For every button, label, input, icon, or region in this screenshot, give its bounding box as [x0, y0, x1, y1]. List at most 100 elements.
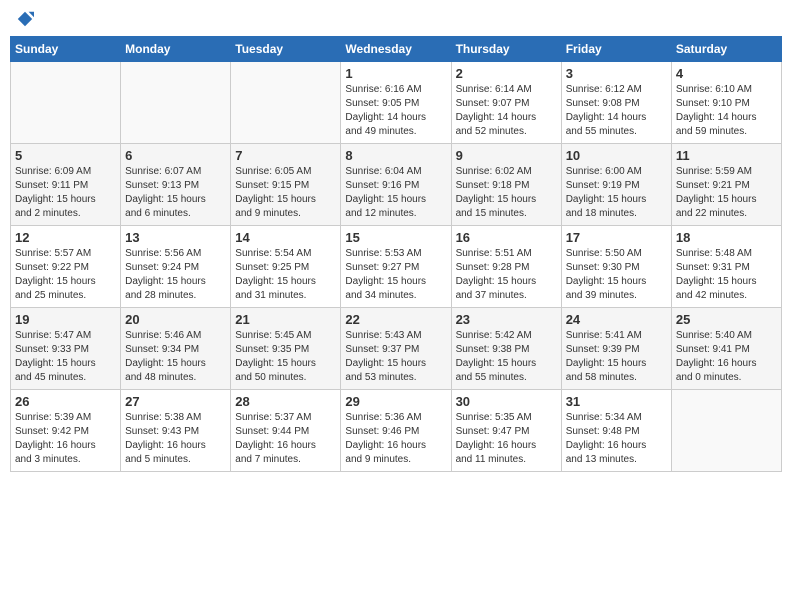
day-header-tuesday: Tuesday: [231, 37, 341, 62]
day-number: 8: [345, 148, 446, 163]
day-info: Sunrise: 6:04 AMSunset: 9:16 PMDaylight:…: [345, 165, 446, 221]
day-info: Sunrise: 6:10 AMSunset: 9:10 PMDaylight:…: [676, 83, 777, 139]
day-number: 5: [15, 148, 116, 163]
day-number: 22: [345, 312, 446, 327]
day-info: Sunrise: 5:38 AMSunset: 9:43 PMDaylight:…: [125, 411, 226, 467]
day-number: 3: [566, 66, 667, 81]
day-info: Sunrise: 5:46 AMSunset: 9:34 PMDaylight:…: [125, 329, 226, 385]
day-header-friday: Friday: [561, 37, 671, 62]
calendar-cell: 13 Sunrise: 5:56 AMSunset: 9:24 PMDayligh…: [121, 226, 231, 308]
calendar-cell: 23 Sunrise: 5:42 AMSunset: 9:38 PMDayligh…: [451, 308, 561, 390]
calendar-cell: 8 Sunrise: 6:04 AMSunset: 9:16 PMDaylight…: [341, 144, 451, 226]
day-number: 21: [235, 312, 336, 327]
day-number: 30: [456, 394, 557, 409]
day-number: 14: [235, 230, 336, 245]
day-number: 12: [15, 230, 116, 245]
day-number: 16: [456, 230, 557, 245]
day-info: Sunrise: 6:16 AMSunset: 9:05 PMDaylight:…: [345, 83, 446, 139]
calendar-table: SundayMondayTuesdayWednesdayThursdayFrid…: [10, 36, 782, 472]
calendar-cell: 18 Sunrise: 5:48 AMSunset: 9:31 PMDayligh…: [671, 226, 781, 308]
day-info: Sunrise: 5:34 AMSunset: 9:48 PMDaylight:…: [566, 411, 667, 467]
day-info: Sunrise: 5:41 AMSunset: 9:39 PMDaylight:…: [566, 329, 667, 385]
day-number: 24: [566, 312, 667, 327]
calendar-cell: 10 Sunrise: 6:00 AMSunset: 9:19 PMDayligh…: [561, 144, 671, 226]
day-info: Sunrise: 6:14 AMSunset: 9:07 PMDaylight:…: [456, 83, 557, 139]
day-info: Sunrise: 5:37 AMSunset: 9:44 PMDaylight:…: [235, 411, 336, 467]
calendar-cell: 27 Sunrise: 5:38 AMSunset: 9:43 PMDayligh…: [121, 390, 231, 472]
calendar-cell: [231, 62, 341, 144]
calendar-cell: 20 Sunrise: 5:46 AMSunset: 9:34 PMDayligh…: [121, 308, 231, 390]
day-number: 18: [676, 230, 777, 245]
calendar-cell: 26Sunrise: 5:39 AMSunset: 9:42 PMDayligh…: [11, 390, 121, 472]
day-info: Sunrise: 5:40 AMSunset: 9:41 PMDaylight:…: [676, 329, 777, 385]
day-number: 28: [235, 394, 336, 409]
calendar-cell: 17Sunrise: 5:50 AMSunset: 9:30 PMDayligh…: [561, 226, 671, 308]
calendar-cell: 3 Sunrise: 6:12 AMSunset: 9:08 PMDaylight…: [561, 62, 671, 144]
day-number: 19: [15, 312, 116, 327]
calendar-cell: 28 Sunrise: 5:37 AMSunset: 9:44 PMDayligh…: [231, 390, 341, 472]
calendar-week-row: 1 Sunrise: 6:16 AMSunset: 9:05 PMDaylight…: [11, 62, 782, 144]
day-number: 29: [345, 394, 446, 409]
calendar-cell: 21 Sunrise: 5:45 AMSunset: 9:35 PMDayligh…: [231, 308, 341, 390]
calendar-cell: [11, 62, 121, 144]
calendar-cell: 29 Sunrise: 5:36 AMSunset: 9:46 PMDayligh…: [341, 390, 451, 472]
day-info: Sunrise: 5:42 AMSunset: 9:38 PMDaylight:…: [456, 329, 557, 385]
day-number: 1: [345, 66, 446, 81]
logo-icon: [16, 10, 34, 28]
calendar-cell: 5 Sunrise: 6:09 AMSunset: 9:11 PMDaylight…: [11, 144, 121, 226]
calendar-week-row: 12 Sunrise: 5:57 AMSunset: 9:22 PMDayligh…: [11, 226, 782, 308]
page-header: [10, 10, 782, 28]
calendar-cell: 22 Sunrise: 5:43 AMSunset: 9:37 PMDayligh…: [341, 308, 451, 390]
calendar-cell: 2 Sunrise: 6:14 AMSunset: 9:07 PMDaylight…: [451, 62, 561, 144]
calendar-cell: 12 Sunrise: 5:57 AMSunset: 9:22 PMDayligh…: [11, 226, 121, 308]
calendar-week-row: 19Sunrise: 5:47 AMSunset: 9:33 PMDayligh…: [11, 308, 782, 390]
day-number: 11: [676, 148, 777, 163]
day-info: Sunrise: 5:48 AMSunset: 9:31 PMDaylight:…: [676, 247, 777, 303]
calendar-cell: 30 Sunrise: 5:35 AMSunset: 9:47 PMDayligh…: [451, 390, 561, 472]
day-info: Sunrise: 5:43 AMSunset: 9:37 PMDaylight:…: [345, 329, 446, 385]
day-number: 27: [125, 394, 226, 409]
day-header-sunday: Sunday: [11, 37, 121, 62]
day-info: Sunrise: 5:51 AMSunset: 9:28 PMDaylight:…: [456, 247, 557, 303]
day-number: 4: [676, 66, 777, 81]
day-number: 13: [125, 230, 226, 245]
day-info: Sunrise: 6:05 AMSunset: 9:15 PMDaylight:…: [235, 165, 336, 221]
day-info: Sunrise: 6:12 AMSunset: 9:08 PMDaylight:…: [566, 83, 667, 139]
calendar-cell: 14Sunrise: 5:54 AMSunset: 9:25 PMDayligh…: [231, 226, 341, 308]
day-number: 17: [566, 230, 667, 245]
day-number: 2: [456, 66, 557, 81]
calendar-cell: 25Sunrise: 5:40 AMSunset: 9:41 PMDayligh…: [671, 308, 781, 390]
calendar-cell: 7 Sunrise: 6:05 AMSunset: 9:15 PMDaylight…: [231, 144, 341, 226]
day-number: 7: [235, 148, 336, 163]
calendar-cell: 31 Sunrise: 5:34 AMSunset: 9:48 PMDayligh…: [561, 390, 671, 472]
day-number: 10: [566, 148, 667, 163]
day-info: Sunrise: 5:36 AMSunset: 9:46 PMDaylight:…: [345, 411, 446, 467]
day-number: 15: [345, 230, 446, 245]
day-header-thursday: Thursday: [451, 37, 561, 62]
day-number: 23: [456, 312, 557, 327]
day-number: 6: [125, 148, 226, 163]
day-number: 20: [125, 312, 226, 327]
day-info: Sunrise: 6:00 AMSunset: 9:19 PMDaylight:…: [566, 165, 667, 221]
day-info: Sunrise: 5:35 AMSunset: 9:47 PMDaylight:…: [456, 411, 557, 467]
day-info: Sunrise: 5:45 AMSunset: 9:35 PMDaylight:…: [235, 329, 336, 385]
day-number: 31: [566, 394, 667, 409]
day-info: Sunrise: 5:39 AMSunset: 9:42 PMDaylight:…: [15, 411, 116, 467]
calendar-cell: 24 Sunrise: 5:41 AMSunset: 9:39 PMDayligh…: [561, 308, 671, 390]
calendar-cell: 15 Sunrise: 5:53 AMSunset: 9:27 PMDayligh…: [341, 226, 451, 308]
day-info: Sunrise: 5:56 AMSunset: 9:24 PMDaylight:…: [125, 247, 226, 303]
calendar-cell: 16 Sunrise: 5:51 AMSunset: 9:28 PMDayligh…: [451, 226, 561, 308]
day-info: Sunrise: 6:09 AMSunset: 9:11 PMDaylight:…: [15, 165, 116, 221]
calendar-cell: 19Sunrise: 5:47 AMSunset: 9:33 PMDayligh…: [11, 308, 121, 390]
day-header-monday: Monday: [121, 37, 231, 62]
calendar-cell: [121, 62, 231, 144]
day-info: Sunrise: 6:02 AMSunset: 9:18 PMDaylight:…: [456, 165, 557, 221]
day-info: Sunrise: 5:59 AMSunset: 9:21 PMDaylight:…: [676, 165, 777, 221]
day-info: Sunrise: 5:53 AMSunset: 9:27 PMDaylight:…: [345, 247, 446, 303]
calendar-cell: 11 Sunrise: 5:59 AMSunset: 9:21 PMDayligh…: [671, 144, 781, 226]
calendar-cell: 4 Sunrise: 6:10 AMSunset: 9:10 PMDaylight…: [671, 62, 781, 144]
calendar-cell: [671, 390, 781, 472]
day-number: 9: [456, 148, 557, 163]
day-info: Sunrise: 6:07 AMSunset: 9:13 PMDaylight:…: [125, 165, 226, 221]
day-info: Sunrise: 5:57 AMSunset: 9:22 PMDaylight:…: [15, 247, 116, 303]
